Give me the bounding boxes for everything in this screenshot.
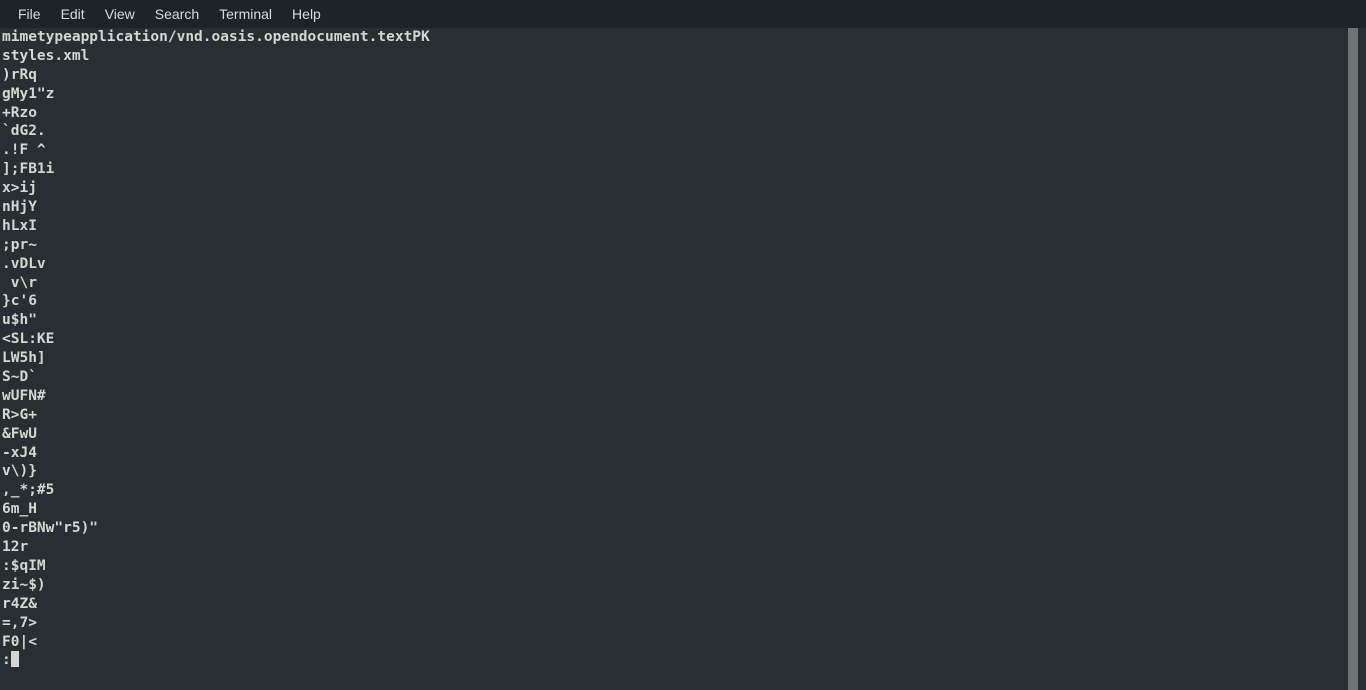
terminal-line: `dG2.	[2, 123, 46, 140]
terminal-line: r4Z&	[2, 595, 37, 612]
terminal-line: v\r	[2, 274, 37, 291]
terminal-line: hLxI	[2, 217, 37, 234]
terminal-cursor	[10, 651, 20, 668]
terminal-prompt-line: :	[2, 651, 1340, 670]
menu-item-edit[interactable]: Edit	[51, 4, 95, 24]
terminal-line: R>G+	[2, 406, 37, 423]
terminal-line: .vDLv	[2, 255, 46, 272]
terminal-line: F0|<	[2, 633, 37, 650]
menu-item-search[interactable]: Search	[145, 4, 209, 24]
terminal-line: -xJ4	[2, 444, 37, 461]
terminal-line: ;pr~	[2, 236, 37, 253]
terminal-line: ];FB1i	[2, 161, 55, 178]
terminal-line: v\)}	[2, 463, 37, 480]
terminal-line: )rRq	[2, 66, 37, 83]
terminal-line: .!F ^	[2, 142, 46, 159]
terminal-line: gMy1"z	[2, 85, 55, 102]
terminal-line: zi~$)	[2, 576, 46, 593]
terminal-line: u$h"	[2, 312, 37, 329]
terminal-line: 0-rBNw"r5)"	[2, 520, 99, 537]
menu-item-view[interactable]: View	[95, 4, 145, 24]
terminal-line: S~D`	[2, 369, 37, 386]
terminal-line: nHjY	[2, 199, 37, 216]
terminal-line: <SL:KE	[2, 331, 55, 348]
terminal-scrollbar[interactable]	[1340, 28, 1366, 690]
terminal-line: =,7>	[2, 614, 37, 631]
menu-item-file[interactable]: File	[8, 4, 51, 24]
menu-item-help[interactable]: Help	[282, 4, 331, 24]
terminal-line: styles.xml	[2, 47, 90, 64]
terminal-line: +Rzo	[2, 104, 37, 121]
terminal-window: File Edit View Search Terminal Help mime…	[0, 0, 1366, 690]
terminal-line: x>ij	[2, 180, 37, 197]
terminal-line: :$qIM	[2, 557, 46, 574]
terminal-line: 6m_H	[2, 501, 37, 518]
terminal-line: mimetypeapplication/vnd.oasis.opendocume…	[2, 29, 430, 45]
terminal-prompt-text: :	[2, 652, 11, 669]
terminal-output-area[interactable]: mimetypeapplication/vnd.oasis.opendocume…	[0, 28, 1340, 690]
terminal-body: mimetypeapplication/vnd.oasis.opendocume…	[0, 28, 1366, 690]
terminal-line: ,_*;#5	[2, 482, 55, 499]
terminal-line: 12r	[2, 539, 29, 556]
scrollbar-thumb[interactable]	[1348, 28, 1358, 690]
menu-bar: File Edit View Search Terminal Help	[0, 0, 1366, 28]
terminal-line: wUFN#	[2, 387, 46, 404]
terminal-line: }c'6	[2, 293, 37, 310]
terminal-line: LW5h]	[2, 350, 46, 367]
terminal-line: &FwU	[2, 425, 37, 442]
menu-item-terminal[interactable]: Terminal	[209, 4, 282, 24]
